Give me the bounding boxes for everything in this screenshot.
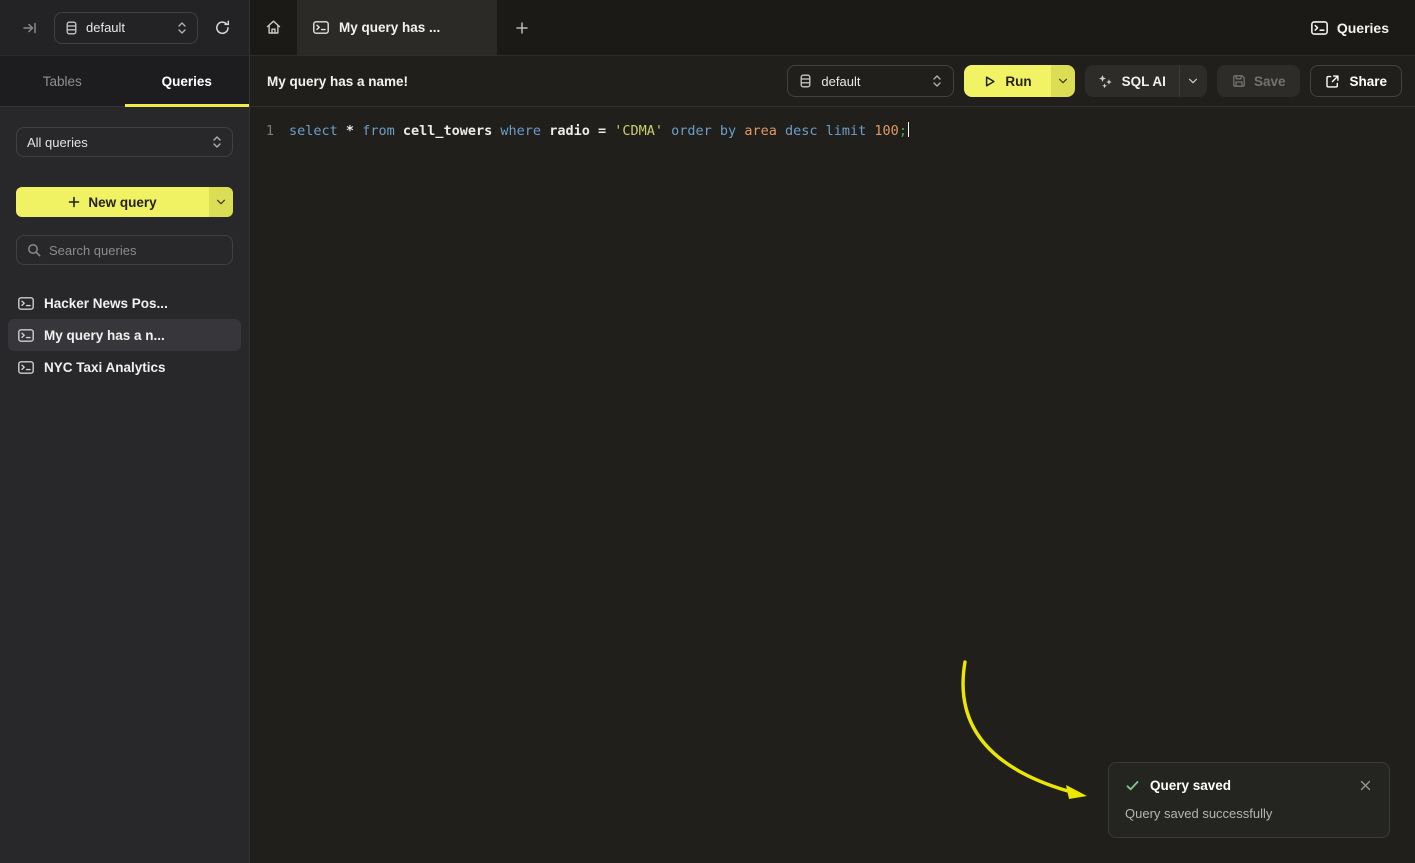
share-icon bbox=[1325, 74, 1340, 89]
tab-tables[interactable]: Tables bbox=[0, 56, 125, 106]
new-query-dropdown-button[interactable] bbox=[209, 187, 233, 217]
top-bar: default My query has ... bbox=[0, 0, 1415, 56]
close-icon bbox=[1360, 780, 1371, 791]
save-icon bbox=[1232, 74, 1246, 88]
run-button[interactable]: Run bbox=[964, 65, 1050, 97]
toast-query-saved: Query saved Query saved successfully bbox=[1108, 762, 1390, 838]
sql-ai-options-button[interactable] bbox=[1179, 65, 1207, 97]
refresh-button[interactable] bbox=[210, 15, 235, 40]
select-updown-icon bbox=[177, 21, 187, 35]
query-filter-value: All queries bbox=[27, 135, 212, 150]
new-query-label: New query bbox=[88, 195, 156, 210]
sql-ai-label: SQL AI bbox=[1122, 74, 1166, 89]
database-icon bbox=[65, 21, 78, 35]
home-icon bbox=[265, 19, 282, 36]
tab-my-query[interactable]: My query has ... bbox=[297, 0, 497, 55]
chevron-down-icon bbox=[1058, 78, 1068, 84]
toast-title: Query saved bbox=[1150, 778, 1231, 793]
query-list-item-label: NYC Taxi Analytics bbox=[44, 360, 166, 375]
sql-ai-button[interactable]: SQL AI bbox=[1085, 65, 1179, 97]
tab-label: My query has ... bbox=[339, 20, 440, 35]
sidebar: Tables Queries All queries New query bbox=[0, 56, 250, 863]
tab-tables-label: Tables bbox=[43, 74, 82, 89]
tab-home[interactable] bbox=[250, 0, 297, 55]
query-list-item-label: My query has a n... bbox=[44, 328, 165, 343]
terminal-icon bbox=[18, 361, 34, 374]
database-selector-value: default bbox=[821, 74, 923, 89]
query-list-item[interactable]: My query has a n... bbox=[8, 319, 241, 351]
database-selector-topbar[interactable]: default bbox=[54, 12, 198, 44]
database-selector-value: default bbox=[86, 20, 169, 35]
refresh-icon bbox=[214, 19, 231, 36]
database-icon bbox=[799, 74, 812, 88]
chevron-down-icon bbox=[1188, 78, 1198, 84]
plus-icon bbox=[68, 196, 80, 208]
query-list-item-label: Hacker News Pos... bbox=[44, 296, 168, 311]
select-updown-icon bbox=[212, 135, 222, 149]
save-label: Save bbox=[1254, 74, 1286, 89]
queries-menu-button[interactable]: Queries bbox=[1311, 0, 1389, 55]
terminal-icon bbox=[18, 297, 34, 310]
editor-line: 1 select * from cell_towers where radio … bbox=[250, 108, 1415, 142]
sql-code: select * from cell_towers where radio = … bbox=[289, 120, 909, 142]
collapse-sidebar-icon bbox=[22, 20, 38, 36]
tab-queries-label: Queries bbox=[162, 74, 212, 89]
chevron-down-icon bbox=[216, 199, 226, 205]
toast-close-button[interactable] bbox=[1358, 778, 1373, 793]
sql-ai-split-button: SQL AI bbox=[1085, 65, 1207, 97]
save-button[interactable]: Save bbox=[1217, 65, 1301, 97]
new-tab-button[interactable] bbox=[497, 0, 547, 55]
query-list: Hacker News Pos... My query has a n... NYC… bbox=[8, 287, 241, 383]
share-label: Share bbox=[1349, 74, 1387, 89]
run-label: Run bbox=[1005, 74, 1031, 89]
terminal-icon bbox=[313, 21, 329, 34]
search-queries-input[interactable] bbox=[49, 243, 225, 258]
query-toolbar: default Run SQL A bbox=[787, 65, 1402, 97]
run-split-button: Run bbox=[964, 65, 1074, 97]
sidebar-tabs: Tables Queries bbox=[0, 56, 249, 107]
plus-icon bbox=[515, 21, 529, 35]
queries-menu-label: Queries bbox=[1337, 20, 1389, 36]
sidebar-body: All queries New query bbox=[0, 107, 249, 383]
collapse-sidebar-button[interactable] bbox=[18, 16, 42, 40]
sparkles-icon bbox=[1098, 74, 1113, 89]
toast-message: Query saved successfully bbox=[1125, 806, 1373, 821]
line-number: 1 bbox=[250, 120, 274, 142]
tab-queries[interactable]: Queries bbox=[125, 56, 250, 106]
query-header: My query has a name! default Run bbox=[250, 56, 1415, 107]
share-button[interactable]: Share bbox=[1310, 65, 1402, 97]
top-bar-left: default bbox=[0, 0, 250, 55]
run-options-button[interactable] bbox=[1051, 65, 1075, 97]
new-query-split-button: New query bbox=[16, 187, 233, 217]
toast-header: Query saved bbox=[1125, 778, 1373, 793]
check-icon bbox=[1125, 778, 1140, 793]
select-updown-icon bbox=[932, 74, 942, 88]
query-list-item[interactable]: NYC Taxi Analytics bbox=[8, 351, 241, 383]
terminal-icon bbox=[18, 329, 34, 342]
query-title: My query has a name! bbox=[267, 74, 408, 89]
database-selector-toolbar[interactable]: default bbox=[787, 65, 954, 97]
tab-strip: My query has ... Queries bbox=[250, 0, 1415, 55]
query-list-item[interactable]: Hacker News Pos... bbox=[8, 287, 241, 319]
search-icon bbox=[27, 243, 41, 257]
sql-editor[interactable]: 1 select * from cell_towers where radio … bbox=[250, 108, 1415, 863]
play-icon bbox=[983, 75, 996, 88]
terminal-icon bbox=[1311, 21, 1328, 35]
new-query-button[interactable]: New query bbox=[16, 187, 209, 217]
query-filter-dropdown[interactable]: All queries bbox=[16, 127, 233, 157]
query-search-box bbox=[16, 235, 233, 265]
text-cursor bbox=[908, 122, 910, 137]
